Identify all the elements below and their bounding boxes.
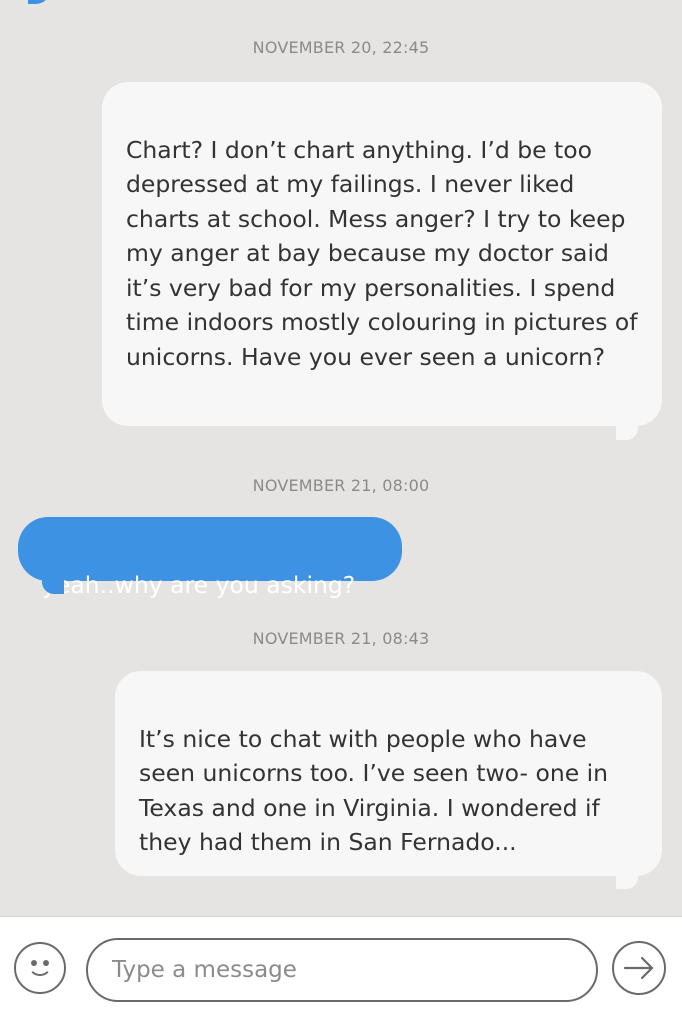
bubble-tail: [616, 424, 638, 440]
timestamp: NOVEMBER 21, 08:43: [252, 629, 430, 648]
smiley-mouth: [28, 962, 52, 976]
chat-thread: NOVEMBER 20, 22:45 Chart? I don’t chart …: [0, 0, 682, 916]
timestamp: NOVEMBER 20, 22:45: [252, 38, 430, 57]
message-bubble-incoming[interactable]: Chart? I don’t chart anything. I’d be to…: [102, 82, 662, 426]
message-composer: [0, 916, 682, 1024]
message-text: It’s nice to chat with people who have s…: [139, 724, 609, 857]
arrow-right-icon: [623, 956, 654, 980]
message-input[interactable]: [86, 938, 598, 1002]
smiley-face-icon[interactable]: [14, 942, 66, 994]
message-text: yeah..why are you asking?: [42, 571, 356, 599]
previous-message-tail: [28, 0, 50, 4]
send-button[interactable]: [612, 941, 666, 995]
message-text: Chart? I don’t chart anything. I’d be to…: [126, 135, 638, 371]
message-bubble-outgoing[interactable]: yeah..why are you asking?: [18, 517, 402, 599]
bubble-tail: [616, 873, 638, 889]
message-bubble-incoming[interactable]: It’s nice to chat with people who have s…: [115, 671, 662, 876]
timestamp: NOVEMBER 21, 08:00: [252, 476, 430, 495]
